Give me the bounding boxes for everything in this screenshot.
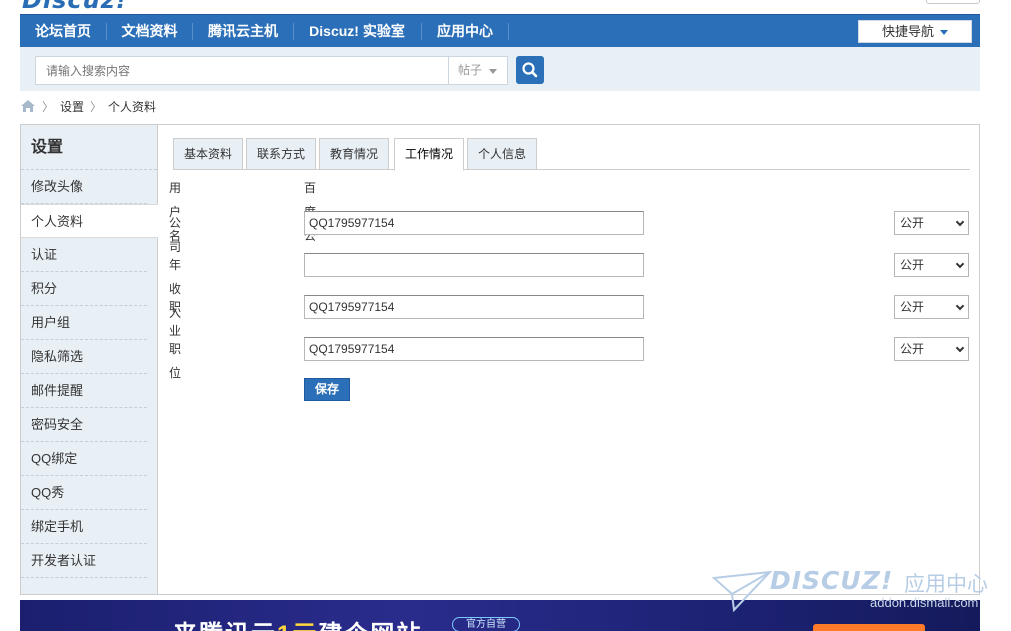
income-privacy-value: 公开 xyxy=(900,258,925,272)
breadcrumb-separator: 〉 xyxy=(90,100,103,114)
nav-item-forum-home[interactable]: 论坛首页 xyxy=(20,15,106,48)
tab-contact[interactable]: 联系方式 xyxy=(246,138,317,170)
breadcrumb-profile: 个人资料 xyxy=(108,100,157,114)
sidebar-item-qq-show[interactable]: QQ秀 xyxy=(21,476,147,510)
position-privacy-value: 公开 xyxy=(900,342,925,356)
sidebar-item-verify[interactable]: 认证 xyxy=(21,238,147,272)
sidebar-item-phone[interactable]: 绑定手机 xyxy=(21,510,147,544)
profile-tabs: 基本资料 联系方式 教育情况 工作情况 个人信息 xyxy=(173,138,970,171)
position-input[interactable] xyxy=(304,337,644,361)
chevron-down-icon xyxy=(489,69,497,74)
occupation-privacy-value: 公开 xyxy=(900,300,925,314)
quick-nav-button[interactable]: 快捷导航 xyxy=(858,20,972,43)
company-privacy-select[interactable]: 公开 xyxy=(894,211,969,235)
tab-work[interactable]: 工作情况 xyxy=(394,138,465,171)
watermark-cn: 应用中心 xyxy=(904,573,988,596)
occupation-privacy-select[interactable]: 公开 xyxy=(894,295,969,319)
nav-item-docs[interactable]: 文档资料 xyxy=(107,15,192,48)
watermark: DISCUZ! 应用中心 addon.dismall.com xyxy=(712,566,1002,616)
watermark-url: addon.dismall.com xyxy=(870,595,979,610)
search-type-label: 帖子 xyxy=(458,63,483,77)
chevron-down-icon xyxy=(940,30,948,36)
position-privacy-select[interactable]: 公开 xyxy=(894,337,969,361)
breadcrumb: 〉设置〉个人资料 xyxy=(20,98,156,116)
site-logo[interactable]: Discuz! xyxy=(22,0,128,14)
sidebar-item-developer[interactable]: 开发者认证 xyxy=(21,544,147,578)
sidebar-item-email[interactable]: 邮件提醒 xyxy=(21,374,147,408)
logo-strip: Discuz! xyxy=(0,0,1011,14)
occupation-label: 职业 xyxy=(169,300,182,338)
home-icon[interactable] xyxy=(20,99,36,113)
quick-nav-label: 快捷导航 xyxy=(881,24,934,39)
chevron-down-icon xyxy=(955,301,965,311)
nav-separator xyxy=(508,23,509,40)
sidebar-item-usergroup[interactable]: 用户组 xyxy=(21,306,147,340)
company-label: 公司 xyxy=(169,216,182,254)
banner-cta-button[interactable] xyxy=(813,624,925,631)
paper-plane-icon xyxy=(712,570,772,613)
sidebar-item-password[interactable]: 密码安全 xyxy=(21,408,147,442)
position-label: 职位 xyxy=(169,342,182,380)
tab-personal[interactable]: 个人信息 xyxy=(467,138,538,170)
company-privacy-value: 公开 xyxy=(900,216,925,230)
main-nav: 论坛首页 文档资料 腾讯云主机 Discuz! 实验室 应用中心 快捷导航 xyxy=(20,14,980,47)
income-privacy-select[interactable]: 公开 xyxy=(894,253,969,277)
watermark-brand: DISCUZ! xyxy=(770,566,894,595)
banner-text-highlight: 1元 xyxy=(277,621,318,631)
settings-panel: 设置 修改头像 个人资料 认证 积分 用户组 隐私筛选 邮件提醒 密码安全 QQ… xyxy=(20,124,980,595)
banner-badge: 官方自营 xyxy=(452,617,520,631)
save-button[interactable]: 保存 xyxy=(304,378,350,401)
sidebar-item-privacy[interactable]: 隐私筛选 xyxy=(21,340,147,374)
nav-item-tencent-cloud[interactable]: 腾讯云主机 xyxy=(193,15,293,48)
banner-headline: 来腾讯云1元建个网站 xyxy=(173,614,422,631)
company-input[interactable] xyxy=(304,211,644,235)
chevron-down-icon xyxy=(955,217,965,227)
banner-text-b: 建个网站 xyxy=(318,621,422,631)
search-type-select[interactable]: 帖子 xyxy=(448,56,508,85)
chevron-down-icon xyxy=(955,259,965,269)
sidebar-title: 设置 xyxy=(21,125,157,170)
breadcrumb-separator: 〉 xyxy=(42,100,55,114)
search-icon xyxy=(522,62,538,78)
banner-text-a: 来腾讯云 xyxy=(173,621,277,631)
sidebar-item-qq-bind[interactable]: QQ绑定 xyxy=(21,442,147,476)
sidebar: 设置 修改头像 个人资料 认证 积分 用户组 隐私筛选 邮件提醒 密码安全 QQ… xyxy=(21,125,158,594)
sidebar-item-avatar[interactable]: 修改头像 xyxy=(21,170,147,204)
income-input[interactable] xyxy=(304,253,644,277)
chevron-down-icon xyxy=(955,343,965,353)
search-bar: 帖子 xyxy=(20,47,980,91)
top-right-button[interactable] xyxy=(926,0,980,4)
breadcrumb-settings[interactable]: 设置 xyxy=(60,100,84,114)
search-input[interactable] xyxy=(35,56,448,85)
search-button[interactable] xyxy=(516,56,544,84)
sidebar-item-profile[interactable]: 个人资料 xyxy=(21,204,158,238)
nav-item-discuz-lab[interactable]: Discuz! 实验室 xyxy=(294,15,420,48)
tab-education[interactable]: 教育情况 xyxy=(319,138,390,170)
tab-basic[interactable]: 基本资料 xyxy=(173,138,244,170)
nav-item-app-center[interactable]: 应用中心 xyxy=(422,15,508,48)
occupation-input[interactable] xyxy=(304,295,644,319)
sidebar-item-credits[interactable]: 积分 xyxy=(21,272,147,306)
